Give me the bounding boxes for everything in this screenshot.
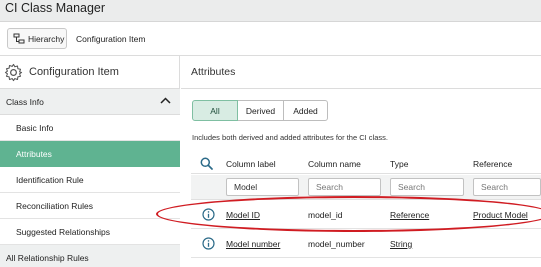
column-label-filter-input[interactable] bbox=[226, 178, 299, 196]
reference-filter-input[interactable] bbox=[473, 178, 541, 196]
sidebar-header: Configuration Item bbox=[0, 56, 180, 89]
cell-type-link[interactable]: Reference bbox=[390, 210, 429, 220]
hierarchy-button[interactable]: Hierarchy bbox=[7, 28, 67, 49]
sidebar-item-label: Identification Rule bbox=[16, 175, 84, 185]
info-icon[interactable] bbox=[202, 208, 215, 221]
page-title: Attributes bbox=[191, 66, 236, 78]
main-panel: Attributes All Derived Added Includes bo… bbox=[181, 56, 541, 267]
sidebar-item-label: Basic Info bbox=[16, 123, 54, 133]
table-header: Column label Column name Type Reference bbox=[191, 154, 541, 174]
column-header-label[interactable]: Column label bbox=[226, 159, 276, 169]
section-label: All Relationship Rules bbox=[6, 253, 89, 263]
column-header-name[interactable]: Column name bbox=[308, 159, 361, 169]
sidebar-item-basic-info[interactable]: Basic Info bbox=[0, 115, 180, 141]
cell-column-name: model_id bbox=[308, 210, 343, 220]
hierarchy-button-label: Hierarchy bbox=[28, 33, 65, 44]
sidebar-item-label: Reconciliation Rules bbox=[16, 201, 94, 211]
attribute-filter-segmented: All Derived Added bbox=[192, 100, 328, 121]
title-bar: CI Class Manager bbox=[0, 0, 541, 22]
app-title: CI Class Manager bbox=[5, 1, 106, 15]
section-class-info[interactable]: Class Info bbox=[0, 89, 180, 115]
table-row[interactable]: Model number model_number String bbox=[191, 230, 541, 258]
filter-row bbox=[191, 175, 541, 200]
table-row[interactable]: Model ID model_id Reference Product Mode… bbox=[191, 201, 541, 229]
sidebar-item-suggested-relationships[interactable]: Suggested Relationships bbox=[0, 219, 180, 245]
main-header: Attributes bbox=[181, 56, 541, 89]
column-header-type[interactable]: Type bbox=[390, 159, 408, 169]
segment-derived[interactable]: Derived bbox=[237, 100, 284, 121]
sidebar-item-reconciliation-rules[interactable]: Reconciliation Rules bbox=[0, 193, 180, 219]
column-header-reference[interactable]: Reference bbox=[473, 159, 512, 169]
attributes-description: Includes both derived and added attribut… bbox=[192, 133, 388, 142]
section-label: Class Info bbox=[6, 97, 44, 107]
segment-added[interactable]: Added bbox=[283, 100, 328, 121]
sidebar-item-label: Suggested Relationships bbox=[16, 227, 111, 237]
segment-all[interactable]: All bbox=[192, 100, 238, 121]
search-icon[interactable] bbox=[200, 157, 213, 170]
breadcrumb: Hierarchy Configuration Item bbox=[0, 22, 541, 56]
column-name-filter-input[interactable] bbox=[308, 178, 381, 196]
sidebar-item-attributes[interactable]: Attributes bbox=[0, 141, 180, 167]
cell-reference-link[interactable]: Product Model bbox=[473, 210, 528, 220]
sidebar-heading: Configuration Item bbox=[29, 66, 119, 78]
section-all-relationship-rules[interactable]: All Relationship Rules bbox=[0, 245, 180, 267]
type-filter-input[interactable] bbox=[390, 178, 464, 196]
cell-type-link[interactable]: String bbox=[390, 239, 412, 249]
sidebar-item-label: Attributes bbox=[16, 149, 52, 159]
sidebar-item-identification-rule[interactable]: Identification Rule bbox=[0, 167, 180, 193]
sidebar: Configuration Item Class Info Basic Info… bbox=[0, 56, 180, 267]
cell-column-label-link[interactable]: Model ID bbox=[226, 210, 260, 220]
breadcrumb-current: Configuration Item bbox=[76, 34, 146, 44]
info-icon[interactable] bbox=[202, 237, 215, 250]
cell-column-label-link[interactable]: Model number bbox=[226, 239, 280, 249]
gear-icon bbox=[4, 63, 23, 82]
hierarchy-icon bbox=[13, 33, 25, 44]
cell-column-name: model_number bbox=[308, 239, 365, 249]
chevron-up-icon[interactable] bbox=[160, 97, 171, 104]
